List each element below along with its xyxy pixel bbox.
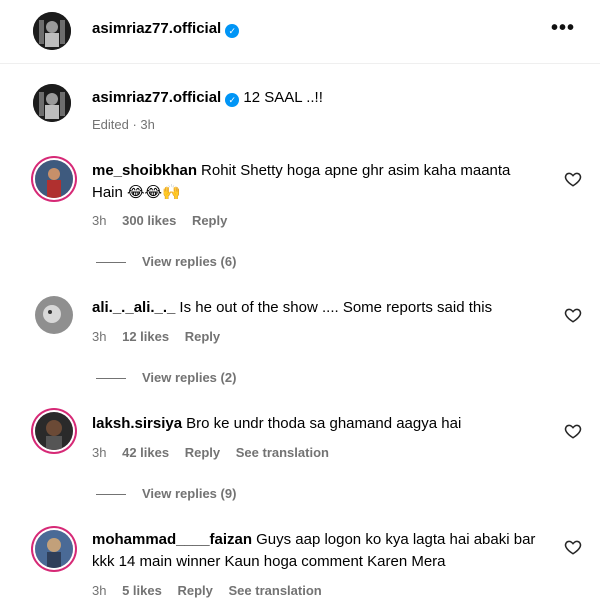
view-replies-button[interactable]: View replies (2) — [96, 370, 236, 385]
view-replies-label[interactable]: View replies (6) — [142, 254, 236, 269]
replies-divider — [96, 378, 126, 380]
author-username[interactable]: asimriaz77.official ✓ — [92, 20, 240, 38]
comment-avatar[interactable] — [35, 412, 73, 450]
post-header: asimriaz77.official ✓ ••• — [0, 0, 600, 64]
comment-avatar[interactable] — [35, 530, 73, 568]
comment-text-block: me_shoibkhan Rohit Shetty hoga apne ghr a… — [92, 160, 544, 204]
caption-text: 12 SAAL ..!! — [243, 89, 323, 106]
comment-avatar[interactable] — [35, 296, 73, 334]
comment-likes[interactable]: 5 likes — [122, 583, 162, 598]
verified-badge-icon: ✓ — [225, 24, 240, 38]
comment-username[interactable]: laksh.sirsiya — [92, 415, 182, 432]
reply-button[interactable]: Reply — [185, 445, 220, 460]
comment-username[interactable]: ali._._ali._._ — [92, 299, 175, 316]
comment-time: 3h — [92, 583, 107, 598]
heart-icon[interactable] — [564, 538, 582, 556]
see-translation-button[interactable]: See translation — [229, 583, 322, 598]
heart-icon[interactable] — [564, 170, 582, 188]
more-options-icon[interactable]: ••• — [551, 18, 575, 38]
comment-text-block: mohammad____faizan Guys aap logon ko kya … — [92, 529, 544, 573]
author-avatar[interactable] — [33, 12, 71, 50]
comment-avatar-image — [35, 530, 73, 568]
comment-username[interactable]: mohammad____faizan — [92, 531, 252, 548]
comment-actions: 3h 5 likes Reply See translation — [92, 583, 334, 598]
comment-actions: 3h 12 likes Reply — [92, 329, 232, 344]
comment-time: 3h — [92, 213, 107, 228]
heart-icon[interactable] — [564, 306, 582, 324]
comment-text-block: ali._._ali._._ Is he out of the show ....… — [92, 297, 544, 319]
comment-likes[interactable]: 42 likes — [122, 445, 169, 460]
reply-button[interactable]: Reply — [177, 583, 212, 598]
heart-icon[interactable] — [564, 422, 582, 440]
author-avatar-image — [33, 12, 71, 50]
caption-avatar[interactable] — [33, 84, 71, 122]
caption-meta: Edited · 3h — [92, 117, 155, 132]
reply-button[interactable]: Reply — [185, 329, 220, 344]
comment-likes[interactable]: 300 likes — [122, 213, 176, 228]
comment-avatar-image — [35, 296, 73, 334]
comment-actions: 3h 300 likes Reply — [92, 213, 239, 228]
view-replies-label[interactable]: View replies (9) — [142, 486, 236, 501]
comment-avatar-image — [35, 412, 73, 450]
reply-button[interactable]: Reply — [192, 213, 227, 228]
comment-avatar-image — [35, 160, 73, 198]
caption-avatar-image — [33, 84, 71, 122]
comment-body: Is he out of the show .... Some reports … — [179, 299, 493, 316]
view-replies-label[interactable]: View replies (2) — [142, 370, 236, 385]
comment-actions: 3h 42 likes Reply See translation — [92, 445, 341, 460]
caption-username[interactable]: asimriaz77.official — [92, 89, 221, 106]
see-translation-button[interactable]: See translation — [236, 445, 329, 460]
comment-body: Bro ke undr thoda sa ghamand aagya hai — [186, 415, 462, 432]
comment-time: 3h — [92, 445, 107, 460]
comment-username[interactable]: me_shoibkhan — [92, 162, 197, 179]
view-replies-button[interactable]: View replies (9) — [96, 486, 236, 501]
comment-time: 3h — [92, 329, 107, 344]
caption-line: asimriaz77.official ✓ 12 SAAL ..!! — [92, 89, 323, 107]
replies-divider — [96, 262, 126, 264]
verified-badge-icon: ✓ — [225, 93, 240, 107]
author-username-text[interactable]: asimriaz77.official — [92, 20, 221, 37]
view-replies-button[interactable]: View replies (6) — [96, 254, 236, 269]
comment-text-block: laksh.sirsiya Bro ke undr thoda sa ghaman… — [92, 413, 544, 435]
replies-divider — [96, 494, 126, 496]
comment-avatar[interactable] — [35, 160, 73, 198]
comment-likes[interactable]: 12 likes — [122, 329, 169, 344]
